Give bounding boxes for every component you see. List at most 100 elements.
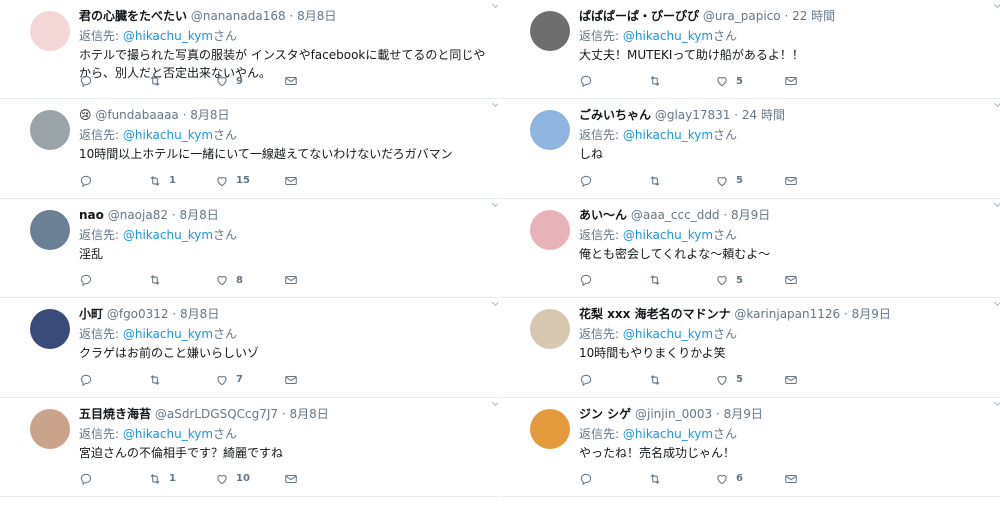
reply-button[interactable] <box>79 73 93 89</box>
like-button[interactable]: 9 <box>215 73 243 89</box>
reply-button[interactable] <box>579 272 593 288</box>
direct-message-button[interactable] <box>284 372 298 388</box>
direct-message-button[interactable] <box>784 372 798 388</box>
display-name[interactable]: 五目焼き海苔 <box>79 407 151 421</box>
like-button[interactable]: 15 <box>215 173 250 189</box>
retweet-button[interactable]: 1 <box>148 471 176 487</box>
like-button[interactable]: 5 <box>715 73 743 89</box>
user-handle[interactable]: @naoja82 <box>108 208 168 222</box>
avatar[interactable] <box>530 408 570 449</box>
direct-message-button[interactable] <box>784 173 798 189</box>
reply-to-mention[interactable]: @hikachu_kym <box>623 228 713 242</box>
timestamp[interactable]: 8月9日 <box>731 208 770 222</box>
user-handle[interactable]: @fgo0312 <box>107 307 169 321</box>
user-handle[interactable]: @aaa_ccc_ddd <box>631 208 720 222</box>
avatar[interactable] <box>30 11 70 51</box>
timestamp[interactable]: 22 時間 <box>792 9 835 23</box>
display-name[interactable]: あい〜ん <box>579 208 627 222</box>
user-handle[interactable]: @jinjin_0003 <box>635 407 712 421</box>
display-name[interactable]: 小町 <box>79 307 103 321</box>
like-button[interactable]: 10 <box>215 471 250 487</box>
reply-tweet[interactable]: 花梨 xxx 海老名のマドンナ @karinjapan1126 · 8月9日 返… <box>500 298 1000 398</box>
like-button[interactable]: 5 <box>715 173 743 189</box>
timestamp[interactable]: 8月8日 <box>290 407 329 421</box>
user-handle[interactable]: @ura_papico <box>703 9 781 23</box>
reply-tweet[interactable]: ごみいちゃん @glay17831 · 24 時間 返信先: @hikachu_… <box>500 99 1000 199</box>
reply-button[interactable] <box>579 372 593 388</box>
reply-tweet[interactable]: あい〜ん @aaa_ccc_ddd · 8月9日 返信先: @hikachu_k… <box>500 199 1000 299</box>
like-button[interactable]: 8 <box>215 272 243 288</box>
reply-to-mention[interactable]: @hikachu_kym <box>623 327 713 341</box>
retweet-button[interactable] <box>148 272 169 288</box>
reply-tweet[interactable]: ぱぱぱーぱ・ぴーぴぴ @ura_papico · 22 時間 返信先: @hik… <box>500 0 1000 100</box>
direct-message-button[interactable] <box>284 471 298 487</box>
like-button[interactable]: 5 <box>715 272 743 288</box>
avatar[interactable] <box>30 309 70 350</box>
reply-to-mention[interactable]: @hikachu_kym <box>123 427 213 441</box>
timestamp[interactable]: 8月9日 <box>724 407 763 421</box>
user-handle[interactable]: @karinjapan1126 <box>734 307 840 321</box>
reply-tweet[interactable]: 😢 @fundabaaaa · 8月8日 返信先: @hikachu_kymさん… <box>0 99 500 199</box>
display-name[interactable]: nao <box>79 208 104 222</box>
avatar[interactable] <box>530 11 570 51</box>
user-handle[interactable]: @nananada168 <box>191 9 286 23</box>
timestamp[interactable]: 8月8日 <box>297 9 336 23</box>
like-button[interactable]: 6 <box>715 471 743 487</box>
reply-tweet[interactable]: 五目焼き海苔 @aSdrLDGSQCcg7J7 · 8月8日 返信先: @hik… <box>0 398 500 497</box>
display-name[interactable]: 花梨 xxx 海老名のマドンナ <box>579 307 731 321</box>
avatar[interactable] <box>530 309 570 350</box>
display-name[interactable]: ジン シゲ <box>579 407 631 421</box>
avatar[interactable] <box>30 110 70 151</box>
reply-to-mention[interactable]: @hikachu_kym <box>123 29 213 43</box>
display-name[interactable]: 😢 <box>79 108 92 122</box>
reply-button[interactable] <box>79 372 93 388</box>
direct-message-button[interactable] <box>784 272 798 288</box>
direct-message-button[interactable] <box>284 73 298 89</box>
retweet-button[interactable]: 1 <box>148 173 176 189</box>
retweet-button[interactable] <box>148 73 169 89</box>
reply-button[interactable] <box>79 471 93 487</box>
chevron-down-icon[interactable] <box>993 0 1000 9</box>
retweet-button[interactable] <box>148 372 169 388</box>
retweet-button[interactable] <box>648 372 669 388</box>
direct-message-button[interactable] <box>284 272 298 288</box>
reply-to-mention[interactable]: @hikachu_kym <box>623 427 713 441</box>
reply-button[interactable] <box>579 73 593 89</box>
reply-to-mention[interactable]: @hikachu_kym <box>123 327 213 341</box>
retweet-button[interactable] <box>648 173 669 189</box>
direct-message-button[interactable] <box>784 73 798 89</box>
timestamp[interactable]: 8月9日 <box>852 307 891 321</box>
user-handle[interactable]: @fundabaaaa <box>95 108 178 122</box>
reply-button[interactable] <box>79 272 93 288</box>
direct-message-button[interactable] <box>784 471 798 487</box>
reply-tweet[interactable]: nao @naoja82 · 8月8日 返信先: @hikachu_kymさん … <box>0 199 500 299</box>
timestamp[interactable]: 24 時間 <box>742 108 785 122</box>
reply-button[interactable] <box>579 173 593 189</box>
chevron-down-icon[interactable] <box>993 100 1000 108</box>
retweet-button[interactable] <box>648 73 669 89</box>
direct-message-button[interactable] <box>284 173 298 189</box>
reply-to-mention[interactable]: @hikachu_kym <box>623 128 713 142</box>
retweet-button[interactable] <box>648 471 669 487</box>
avatar[interactable] <box>530 209 570 250</box>
timestamp[interactable]: 8月8日 <box>180 307 219 321</box>
chevron-down-icon[interactable] <box>993 299 1000 307</box>
reply-button[interactable] <box>579 471 593 487</box>
display-name[interactable]: 君の心臓をたべたい <box>79 9 187 23</box>
avatar[interactable] <box>30 209 70 250</box>
retweet-button[interactable] <box>648 272 669 288</box>
timestamp[interactable]: 8月8日 <box>179 208 218 222</box>
chevron-down-icon[interactable] <box>993 398 1000 406</box>
display-name[interactable]: ごみいちゃん <box>579 108 651 122</box>
chevron-down-icon[interactable] <box>993 199 1000 207</box>
reply-to-mention[interactable]: @hikachu_kym <box>123 228 213 242</box>
like-button[interactable]: 7 <box>215 372 243 388</box>
like-button[interactable]: 5 <box>715 372 743 388</box>
user-handle[interactable]: @glay17831 <box>655 108 731 122</box>
reply-to-mention[interactable]: @hikachu_kym <box>623 29 713 43</box>
reply-tweet[interactable]: ジン シゲ @jinjin_0003 · 8月9日 返信先: @hikachu_… <box>500 398 1000 497</box>
reply-button[interactable] <box>79 173 93 189</box>
timestamp[interactable]: 8月8日 <box>190 108 229 122</box>
user-handle[interactable]: @aSdrLDGSQCcg7J7 <box>155 407 278 421</box>
reply-to-mention[interactable]: @hikachu_kym <box>123 128 213 142</box>
